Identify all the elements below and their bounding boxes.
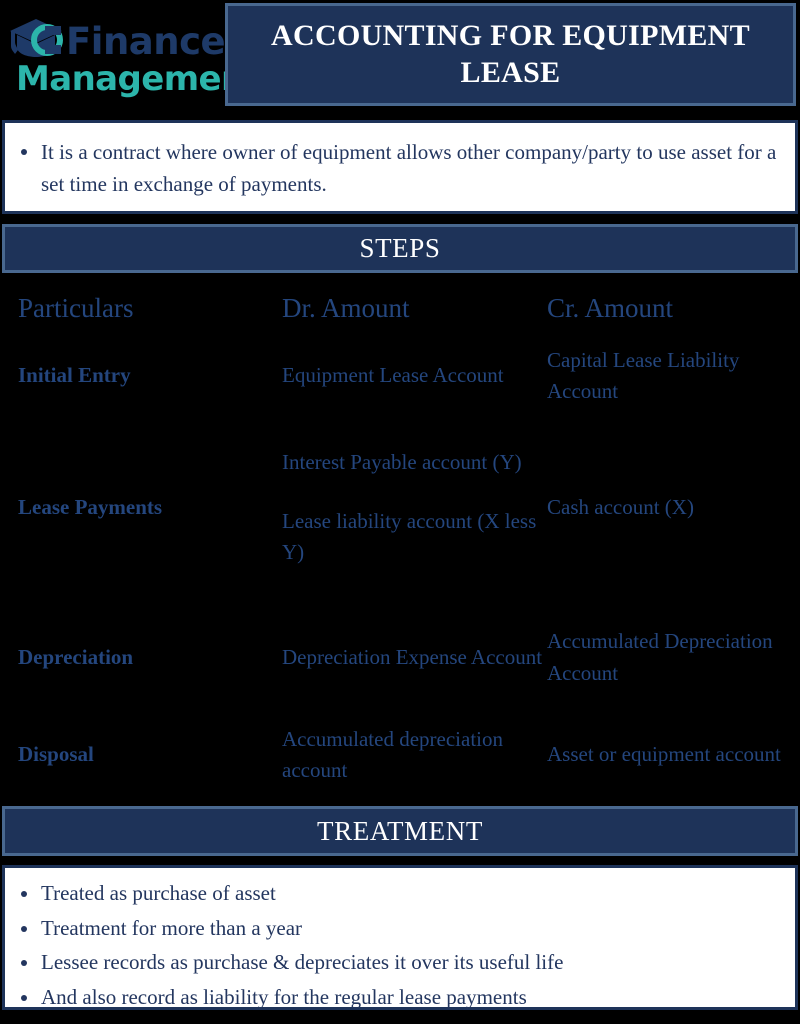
logo-text-finance: Finance: [66, 19, 226, 63]
dr-entry: Interest Payable account (Y): [282, 449, 522, 474]
definition-panel: It is a contract where owner of equipmen…: [2, 120, 798, 214]
column-header-dr-amount: Dr. Amount: [282, 293, 410, 324]
row-particulars: Disposal: [18, 742, 94, 767]
row-cr-amount: Capital Lease Liability Account: [547, 345, 800, 407]
row-cr-amount: Cash account (X): [547, 492, 800, 523]
list-item: Treatment for more than a year: [21, 913, 779, 945]
steps-label: STEPS: [359, 233, 441, 263]
treatment-panel: Treated as purchase of asset Treatment f…: [2, 865, 798, 1010]
row-dr-amount: Accumulated depreciation account: [282, 724, 547, 786]
bullet-dot-icon: [21, 925, 27, 932]
dr-entry: Equipment Lease Account: [282, 363, 504, 388]
treatment-label: TREATMENT: [317, 815, 483, 846]
cr-entry: Accumulated Depreciation Account: [547, 629, 773, 685]
row-particulars: Initial Entry: [18, 363, 131, 388]
bullet-dot-icon: [21, 149, 27, 155]
steps-section-header: STEPS: [2, 224, 798, 273]
cr-entry: Cash account (X): [547, 494, 694, 519]
list-item: And also record as liability for the reg…: [21, 982, 779, 1014]
treatment-text: Treated as purchase of asset: [41, 881, 276, 905]
definition-bullet-list: It is a contract where owner of equipmen…: [5, 123, 795, 201]
cr-entry: Asset or equipment account: [547, 742, 781, 767]
brand-logo[interactable]: Finance Management: [4, 4, 261, 108]
treatment-text: And also record as liability for the reg…: [41, 984, 527, 1009]
table-row: Initial Entry Equipment Lease Account Ca…: [0, 337, 800, 415]
treatment-section-header: TREATMENT: [2, 806, 798, 856]
dr-entry: Lease liability account (X less Y): [282, 508, 537, 565]
row-dr-amount: Interest Payable account (Y) Lease liabi…: [282, 447, 547, 568]
treatment-text: Lessee records as purchase & depreciates…: [41, 950, 564, 974]
logo-text-management: Management: [16, 59, 261, 99]
definition-text: It is a contract where owner of equipmen…: [41, 140, 777, 196]
row-dr-amount: Depreciation Expense Account: [282, 642, 547, 673]
list-item: It is a contract where owner of equipmen…: [21, 137, 779, 201]
title-banner: ACCOUNTING FOR EQUIPMENT LEASE: [225, 3, 796, 106]
dr-entry: Accumulated depreciation account: [282, 726, 503, 782]
graduation-cap-icon: [6, 16, 68, 66]
list-item: Treated as purchase of asset: [21, 878, 779, 910]
table-header-row: Particulars Dr. Amount Cr. Amount: [0, 281, 800, 337]
column-header-cr-amount: Cr. Amount: [547, 293, 674, 324]
page-title: ACCOUNTING FOR EQUIPMENT LEASE: [271, 18, 750, 89]
row-dr-amount: Equipment Lease Account: [282, 360, 547, 391]
table-row: Disposal Accumulated depreciation accoun…: [0, 715, 800, 795]
header: Finance Management ACCOUNTING FOR EQUIPM…: [0, 0, 800, 112]
dr-entry: Depreciation Expense Account: [282, 644, 543, 669]
treatment-bullet-list: Treated as purchase of asset Treatment f…: [5, 868, 795, 1013]
cr-entry: Capital Lease Liability Account: [547, 347, 740, 403]
journal-entries-table: Particulars Dr. Amount Cr. Amount Initia…: [0, 281, 800, 804]
row-cr-amount: Accumulated Depreciation Account: [547, 626, 800, 688]
table-row: Lease Payments Interest Payable account …: [0, 415, 800, 600]
list-item: Lessee records as purchase & depreciates…: [21, 947, 779, 979]
treatment-text: Treatment for more than a year: [41, 915, 303, 940]
table-row: Depreciation Depreciation Expense Accoun…: [0, 600, 800, 715]
row-particulars: Depreciation: [18, 644, 134, 669]
row-cr-amount: Asset or equipment account: [547, 739, 800, 770]
row-particulars: Lease Payments: [18, 494, 163, 519]
bullet-dot-icon: [21, 960, 27, 966]
bullet-dot-icon: [21, 891, 27, 897]
column-header-particulars: Particulars: [18, 293, 134, 324]
bullet-dot-icon: [21, 994, 27, 1001]
